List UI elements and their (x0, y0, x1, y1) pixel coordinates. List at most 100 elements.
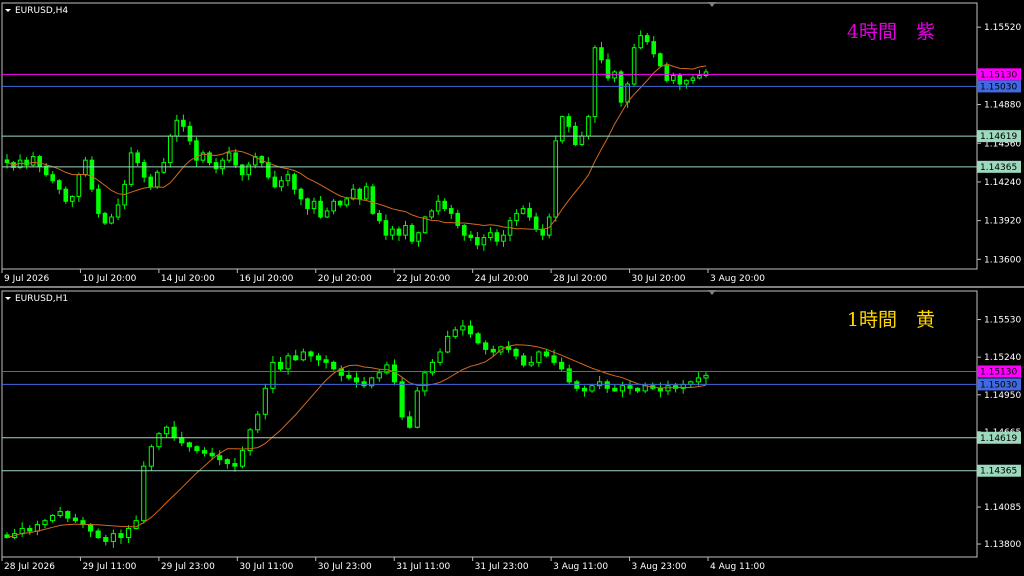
candle-body (323, 359, 329, 363)
x-tick-label: 16 Jul 20:00 (239, 274, 293, 284)
candle-body (635, 387, 641, 392)
candle-body (168, 135, 173, 164)
candle-body (232, 463, 238, 467)
candle-body (70, 195, 75, 202)
y-tick-label: 1.15520 (984, 23, 1021, 33)
candle-body (452, 329, 458, 337)
candle-body (350, 188, 356, 200)
x-tick-label: 9 Jul 2026 (4, 274, 49, 284)
y-tick-label: 1.13600 (984, 255, 1021, 265)
candle-body (528, 361, 534, 366)
x-tick-label: 3 Aug 11:00 (553, 562, 608, 572)
candle-body (102, 212, 108, 224)
candle-body (115, 204, 121, 218)
candle-body (87, 524, 94, 532)
candle-body (460, 325, 466, 331)
candle-body (618, 71, 624, 103)
candle-body (34, 524, 40, 532)
x-tick-label: 29 Jul 23:00 (161, 562, 215, 572)
candle-body (171, 426, 177, 439)
candle-body (174, 119, 180, 137)
chart-panel-h4[interactable]: EURUSD,H4 4時間 紫 1.15520 1.14880 1.14560 1.142… (0, 0, 1024, 288)
candle-body (390, 228, 395, 236)
candle-body (224, 459, 230, 465)
candle-body (76, 174, 82, 197)
candle-body (574, 381, 580, 389)
candle-body (396, 228, 402, 236)
candle-body (605, 59, 611, 79)
candle-body (690, 77, 696, 81)
symbol-dropdown-icon (5, 297, 11, 300)
candle-body (409, 224, 415, 242)
price-label: 1.15030 (980, 380, 1017, 390)
candle-body (141, 162, 147, 178)
candle-body (135, 152, 140, 164)
candle-body (527, 208, 532, 218)
chart-shift-icon (708, 290, 716, 295)
candle-body (247, 429, 253, 452)
candle-body (89, 159, 95, 190)
candle-body (163, 426, 170, 435)
y-tick-label: 1.14880 (984, 101, 1021, 111)
candle-body (592, 47, 598, 118)
candle-body (298, 188, 304, 200)
price-label: 1.14619 (980, 434, 1017, 444)
candle-body (272, 176, 278, 188)
candle-body (179, 437, 185, 444)
price-label: 1.14619 (980, 132, 1017, 142)
candle-body (435, 200, 441, 212)
candle-body (239, 450, 246, 467)
candle-body (703, 71, 709, 77)
candle-body (27, 527, 33, 532)
candle-body (695, 377, 701, 383)
candle-body (300, 351, 306, 361)
x-tick-label: 3 Aug 20:00 (710, 274, 765, 284)
candle-body (429, 210, 434, 218)
candle-body (414, 390, 420, 428)
candle-body (612, 71, 617, 79)
candle-body (49, 514, 56, 522)
candle-body (110, 533, 116, 542)
candle-body (677, 75, 683, 85)
candle-body (513, 348, 519, 357)
candlestick-chart-h1[interactable]: EURUSD,H1 1時間 黄 1.15530 1.15240 1.14950 1.146… (0, 288, 1024, 576)
plot-frame (1, 290, 978, 558)
candlestick-chart-h4[interactable]: EURUSD,H44時間 紫 1.155201.148801.145601.142… (0, 0, 1024, 288)
candle-body (109, 216, 114, 224)
candle-body (644, 35, 650, 43)
candle-body (233, 152, 238, 166)
candle-body (467, 325, 474, 335)
x-tick-label: 22 Jul 20:00 (396, 274, 450, 284)
candle-body (370, 186, 376, 214)
candle-body (703, 374, 709, 379)
price-label: 1.14365 (980, 467, 1017, 477)
candle-body (475, 333, 481, 344)
candle-body (194, 446, 200, 452)
candle-body (684, 79, 689, 85)
chart-panel-h1[interactable]: EURUSD,H1 1時間 黄 1.15530 1.15240 1.14950 1.146… (0, 288, 1024, 576)
candle-body (553, 140, 559, 218)
x-tick-label: 31 Jul 11:00 (396, 562, 450, 572)
candle-body (346, 374, 352, 379)
candle-body (416, 232, 421, 242)
candle-body (559, 116, 565, 142)
candle-body (220, 159, 225, 170)
candle-body (437, 351, 443, 363)
candle-body (407, 416, 413, 428)
candle-body (638, 35, 643, 49)
x-tick-label: 3 Aug 23:00 (632, 562, 687, 572)
candle-body (266, 162, 271, 178)
candle-body (540, 228, 545, 236)
candle-body (543, 351, 550, 357)
candle-body (141, 465, 147, 522)
candle-body (156, 433, 162, 448)
candle-body (697, 75, 702, 79)
x-tick-label: 10 Jul 20:00 (82, 274, 136, 284)
candle-body (285, 174, 291, 182)
candle-body (209, 452, 215, 457)
candle-body (292, 174, 297, 190)
candle-body (331, 361, 337, 370)
y-tick-label: 1.13920 (984, 217, 1021, 227)
candle-body (50, 174, 56, 182)
symbol-dropdown-icon (5, 9, 11, 12)
